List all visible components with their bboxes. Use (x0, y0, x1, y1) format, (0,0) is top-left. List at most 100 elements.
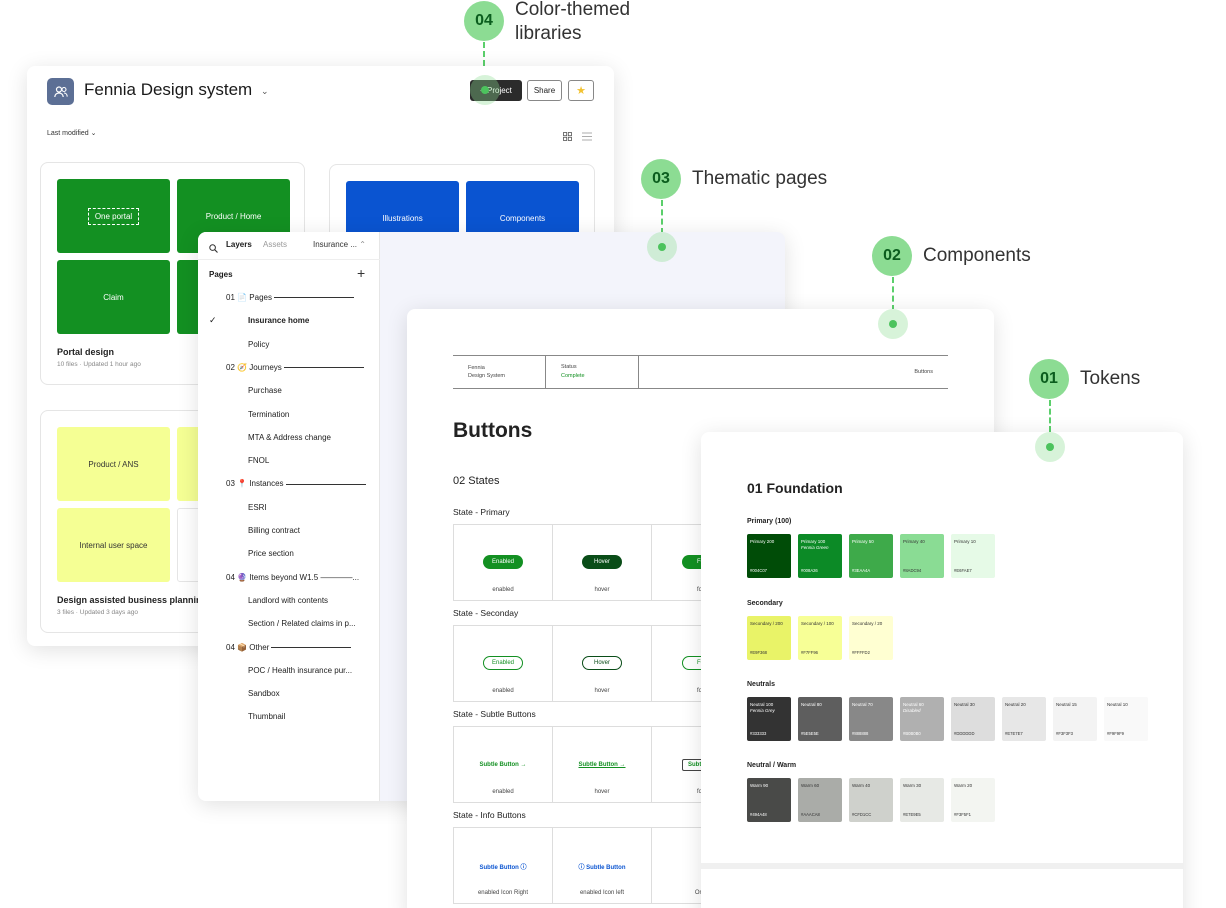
state-caption: enabled (492, 688, 514, 694)
color-swatch[interactable]: Secondary / 100 #F7FF96 (798, 616, 842, 660)
sample-button[interactable]: Enabled (483, 656, 523, 670)
swatch-row: Primary 200 #004C07 Primary 100 Fennia Gree… (747, 534, 995, 578)
color-swatch[interactable]: Neutral 80 #5E5E5E (798, 697, 842, 741)
state-caption: enabled Icon Right (477, 890, 529, 896)
page-section-header[interactable]: 03 📍 Instances (226, 479, 366, 488)
page-list-item[interactable]: Thumbnail (248, 712, 285, 721)
page-list-item[interactable]: Price section (248, 549, 294, 558)
color-swatch[interactable]: Neutral 15 #F3F3F3 (1053, 697, 1097, 741)
page-label: Section / Related claims in p... (248, 619, 356, 629)
color-swatch[interactable]: Warm 90 #494A48 (747, 778, 791, 822)
color-swatch[interactable]: Primary 100 Fennia Green #008A26 (798, 534, 842, 578)
page-label: 04 📦 Other (226, 642, 270, 652)
state-caption: enabled Icon left (579, 890, 625, 896)
color-swatch[interactable]: Neutral 60 Disabled #B0B0B0 (900, 697, 944, 741)
color-swatch[interactable]: Warm 60 #AAACA8 (798, 778, 842, 822)
state-cell: ⓘ Subtle Button enabled Icon left (553, 828, 652, 903)
color-swatch[interactable]: Neutral 20 #E7E7E7 (1002, 697, 1046, 741)
page-list-item[interactable]: Insurance home (248, 316, 309, 325)
layers-sidebar: Layers Assets Insurance ... ⌃ Pages + 01… (198, 232, 380, 801)
tab-assets[interactable]: Assets (263, 240, 287, 249)
project-title[interactable]: Fennia Design system (84, 80, 252, 100)
swatch-subname: Disabled (903, 708, 921, 713)
color-swatch[interactable]: Neutral 70 #888888 (849, 697, 893, 741)
state-group-label: State - Subtle Buttons (453, 709, 536, 719)
color-swatch[interactable]: Primary 50 #3EAA4A (849, 534, 893, 578)
page-label: MTA & Address change (248, 432, 332, 442)
state-group-label: State - Info Buttons (453, 810, 526, 820)
page-label: 04 🔮 Items beyond W1.5 ————... (226, 572, 360, 582)
swatch-hex: #F3F3F3 (1056, 731, 1073, 736)
add-page-icon[interactable]: + (357, 265, 365, 281)
callout-target-02 (878, 309, 908, 339)
page-list-item[interactable]: Landlord with contents (248, 596, 328, 605)
swatch-name: Secondary / 100 (801, 621, 834, 626)
swatch-name: Neutral 70 (852, 702, 873, 707)
file-thumbnail[interactable]: Product / ANS (57, 427, 170, 501)
search-icon[interactable] (209, 240, 218, 258)
color-swatch[interactable]: Warm 20 #F3F5F1 (951, 778, 995, 822)
page-label: Billing contract (248, 526, 301, 535)
page-list-item[interactable]: Billing contract (248, 526, 300, 535)
state-cell: Hover hover (553, 525, 652, 600)
color-swatch[interactable]: Primary 40 #8ADC94 (900, 534, 944, 578)
page-section-header[interactable]: 04 🔮 Items beyond W1.5 ————... (226, 573, 359, 582)
swatch-hex: #B0B0B0 (903, 731, 921, 736)
color-swatch[interactable]: Secondary / 20 #FFFFD2 (849, 616, 893, 660)
page-list-item[interactable]: Purchase (248, 386, 282, 395)
list-view-icon[interactable] (582, 128, 592, 146)
file-name-dropdown[interactable]: Insurance ... ⌃ (313, 240, 366, 249)
swatch-row: Neutral 100 Fennia Grey #333333 Neutral 80 #… (747, 697, 1148, 741)
grid-view-icon[interactable] (563, 128, 572, 146)
color-swatch[interactable]: Neutral 10 #F9F9F9 (1104, 697, 1148, 741)
file-thumbnail[interactable]: Internal user space (57, 508, 170, 582)
sample-button[interactable]: Subtle Button → (562, 759, 642, 771)
tokens-panel: 01 Foundation Primary (100) Primary 200 #0… (701, 432, 1183, 908)
color-swatch[interactable]: Secondary / 200 #E9F368 (747, 616, 791, 660)
swatch-name: Primary 40 (903, 539, 925, 544)
page-list-item[interactable]: Sandbox (248, 689, 280, 698)
color-swatch[interactable]: Warm 30 #E7E9E5 (900, 778, 944, 822)
page-list-item[interactable]: Section / Related claims in p... (248, 619, 356, 628)
favorite-button[interactable]: ★ (568, 80, 594, 101)
file-thumbnail[interactable]: One portal (57, 179, 170, 253)
page-list-item[interactable]: Policy (248, 340, 269, 349)
swatch-hex: #FFFFD2 (852, 650, 870, 655)
file-thumbnail[interactable]: Claim (57, 260, 170, 334)
sample-button[interactable]: Hover (582, 555, 622, 569)
token-group-title: Neutrals (747, 681, 776, 688)
color-swatch[interactable]: Primary 200 #004C07 (747, 534, 791, 578)
sample-button[interactable]: Subtle Button ⓘ (463, 860, 543, 872)
color-swatch[interactable]: Primary 10 #E6FAE7 (951, 534, 995, 578)
sample-button[interactable]: Subtle Button → (463, 759, 543, 771)
page-list-item[interactable]: Termination (248, 410, 289, 419)
callout-label-01: Tokens (1080, 368, 1141, 389)
foundation-title: 01 Foundation (747, 480, 843, 496)
color-swatch[interactable]: Warm 40 #CFD1CC (849, 778, 893, 822)
page-list-item[interactable]: POC / Health insurance pur... (248, 666, 352, 675)
share-button[interactable]: Share (527, 80, 562, 101)
doc-header: Fennia Design System Status Complete But… (453, 355, 948, 389)
page-list-item[interactable]: ESRI (248, 503, 267, 512)
sample-button[interactable]: Enabled (483, 555, 523, 569)
swatch-hex: #AAACA8 (801, 812, 820, 817)
swatch-name: Secondary / 200 (750, 621, 783, 626)
sample-button[interactable]: Hover (582, 656, 622, 670)
page-section-header[interactable]: 01 📄 Pages (226, 293, 354, 302)
color-swatch[interactable]: Neutral 100 Fennia Grey #333333 (747, 697, 791, 741)
card-meta: 10 files · Updated 1 hour ago (57, 361, 141, 368)
page-section-header[interactable]: 02 🧭 Journeys (226, 363, 364, 372)
chevron-down-icon[interactable]: ⌄ (261, 86, 269, 97)
callout-target-04 (470, 75, 500, 105)
tab-layers[interactable]: Layers (226, 240, 252, 249)
callout-target-03 (647, 232, 677, 262)
page-list-item[interactable]: FNOL (248, 456, 269, 465)
page-section-header[interactable]: 04 📦 Other (226, 642, 352, 652)
swatch-name: Primary 200 (750, 539, 775, 544)
page-list-item[interactable]: MTA & Address change (248, 433, 331, 442)
page-label: Purchase (248, 386, 282, 396)
sort-dropdown[interactable]: Last modified ⌄ (47, 129, 96, 137)
swatch-hex: #888888 (852, 731, 869, 736)
sample-button[interactable]: ⓘ Subtle Button (562, 860, 642, 872)
color-swatch[interactable]: Neutral 30 #DDDDDD (951, 697, 995, 741)
